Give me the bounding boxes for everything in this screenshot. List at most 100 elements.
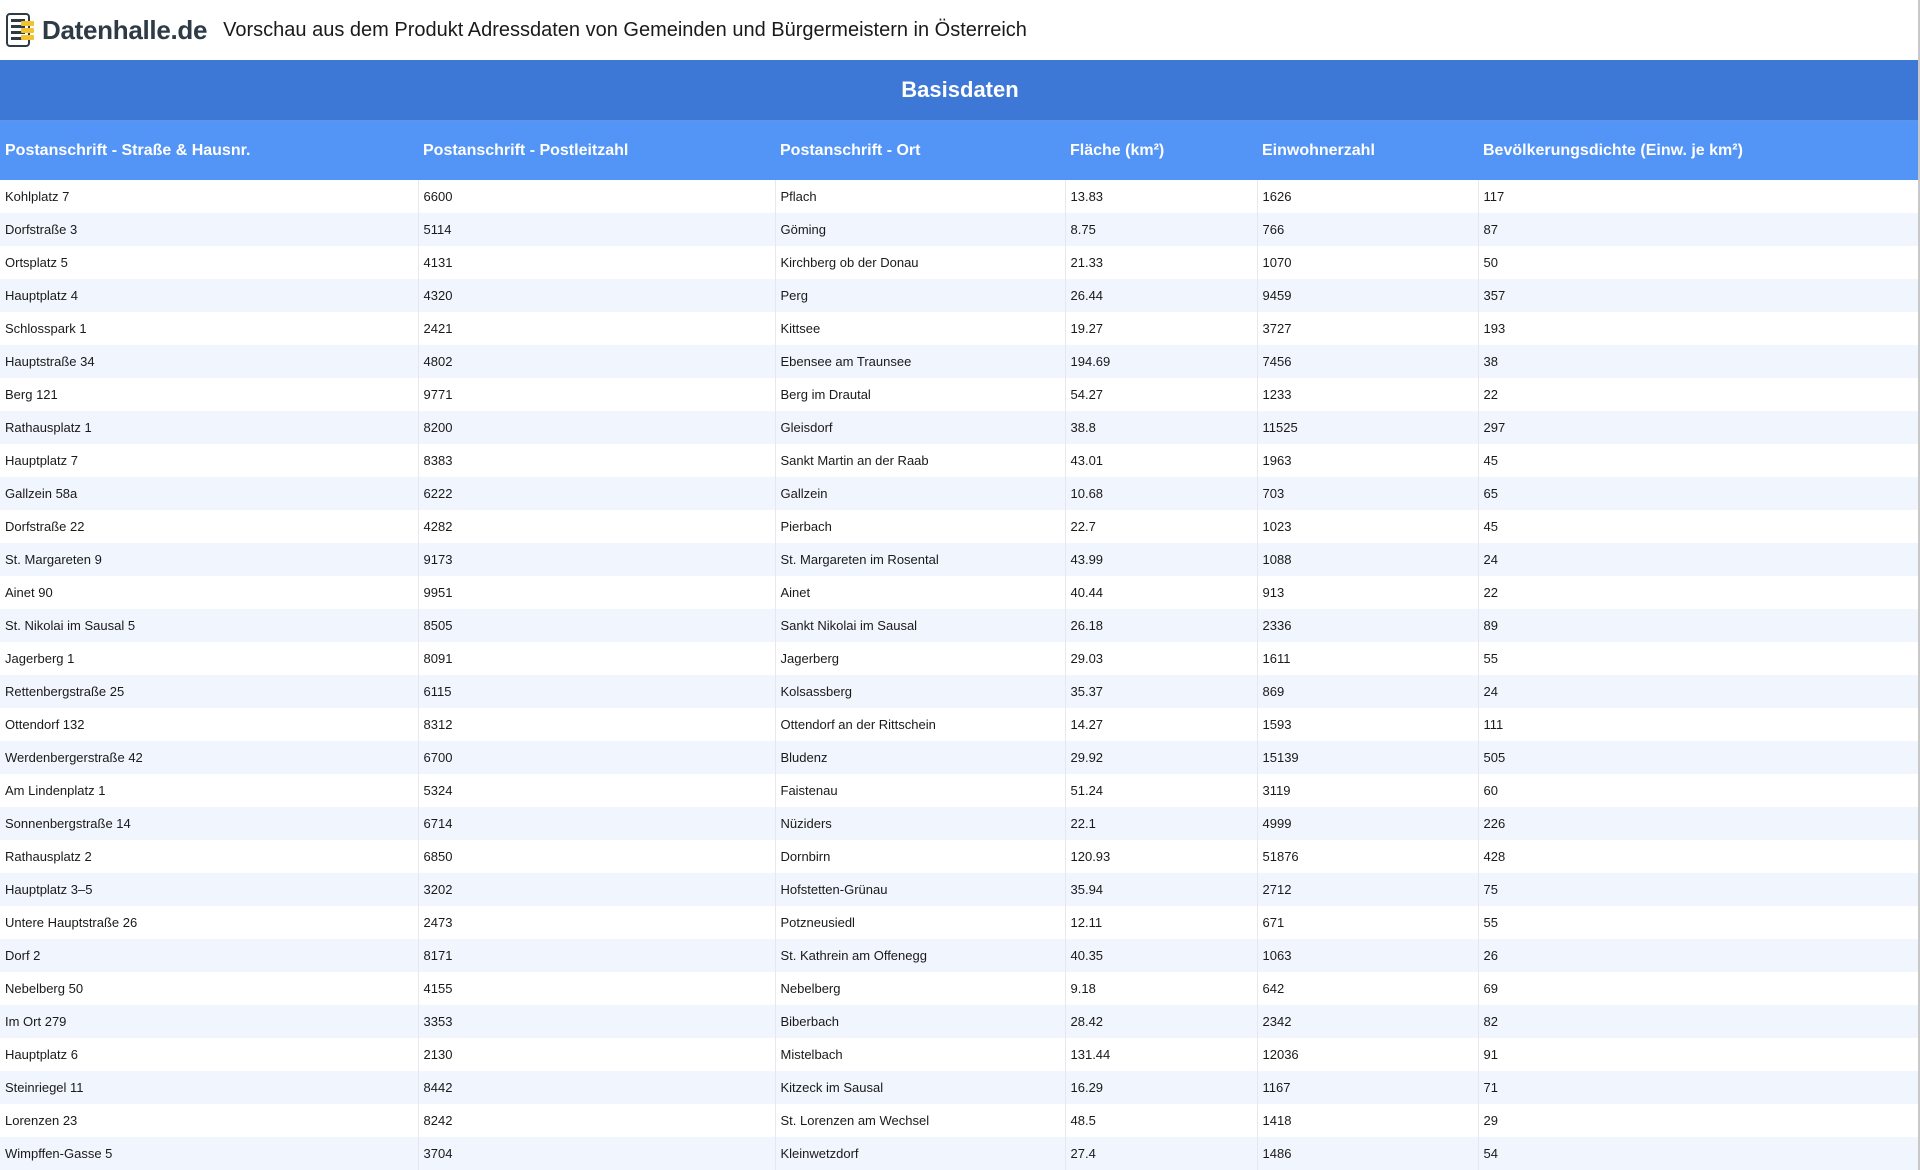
city-cell: Pflach — [775, 180, 1066, 213]
street-cell: Dorfstraße 3 — [0, 213, 419, 246]
postal-code-cell: 4802 — [418, 345, 776, 378]
density-cell: 193 — [1478, 312, 1918, 345]
street-cell: Rathausplatz 1 — [0, 411, 419, 444]
table-row: Rathausplatz 2 6850 Dornbirn 120.93 51876 428 — [0, 840, 1918, 873]
street-cell: Hauptplatz 6 — [0, 1038, 419, 1071]
table-row: Steinriegel 11 8442 Kitzeck im Sausal 16.29… — [0, 1071, 1918, 1104]
postal-code-cell: 4320 — [418, 279, 776, 312]
density-cell: 45 — [1478, 510, 1918, 543]
area-cell: 40.44 — [1065, 576, 1258, 609]
area-cell: 21.33 — [1065, 246, 1258, 279]
postal-code-cell: 6600 — [418, 180, 776, 213]
postal-code-cell: 4282 — [418, 510, 776, 543]
city-cell: Jagerberg — [775, 642, 1066, 675]
density-cell: 357 — [1478, 279, 1918, 312]
street-cell: Lorenzen 23 — [0, 1104, 419, 1137]
area-cell: 35.37 — [1065, 675, 1258, 708]
population-cell: 642 — [1257, 972, 1479, 1005]
street-cell: Untere Hauptstraße 26 — [0, 906, 419, 939]
postal-code-cell: 4155 — [418, 972, 776, 1005]
street-cell: Hauptplatz 4 — [0, 279, 419, 312]
city-cell: Pierbach — [775, 510, 1066, 543]
street-cell: Ottendorf 132 — [0, 708, 419, 741]
population-cell: 11525 — [1257, 411, 1479, 444]
city-cell: Hofstetten-Grünau — [775, 873, 1066, 906]
city-cell: St. Kathrein am Offenegg — [775, 939, 1066, 972]
density-cell: 22 — [1478, 576, 1918, 609]
city-cell: Gleisdorf — [775, 411, 1066, 444]
table-row: Berg 121 9771 Berg im Drautal 54.27 1233 22 — [0, 378, 1918, 411]
postal-code-cell: 2473 — [418, 906, 776, 939]
table-row: Ortsplatz 5 4131 Kirchberg ob der Donau 21.… — [0, 246, 1918, 279]
table-header: Postanschrift - Straße & Hausnr. Postansc… — [0, 121, 1918, 180]
area-cell: 29.92 — [1065, 741, 1258, 774]
population-cell: 671 — [1257, 906, 1479, 939]
city-column-header[interactable]: Postanschrift - Ort — [775, 121, 1065, 180]
street-cell: Nebelberg 50 — [0, 972, 419, 1005]
density-column-header[interactable]: Bevölkerungsdichte (Einw. je km²) — [1478, 121, 1918, 180]
area-cell: 22.7 — [1065, 510, 1258, 543]
postal-code-cell: 8505 — [418, 609, 776, 642]
street-column-header[interactable]: Postanschrift - Straße & Hausnr. — [0, 121, 418, 180]
street-cell: Rettenbergstraße 25 — [0, 675, 419, 708]
density-cell: 55 — [1478, 642, 1918, 675]
table-row: Nebelberg 50 4155 Nebelberg 9.18 642 69 — [0, 972, 1918, 1005]
street-cell: Hauptstraße 34 — [0, 345, 419, 378]
density-cell: 54 — [1478, 1137, 1918, 1170]
population-column-header[interactable]: Einwohnerzahl — [1257, 121, 1478, 180]
area-cell: 40.35 — [1065, 939, 1258, 972]
table-row: Dorfstraße 3 5114 Göming 8.75 766 87 — [0, 213, 1918, 246]
table-row: Rettenbergstraße 25 6115 Kolsassberg 35.37 8… — [0, 675, 1918, 708]
area-cell: 26.44 — [1065, 279, 1258, 312]
city-cell: Sankt Nikolai im Sausal — [775, 609, 1066, 642]
table-row: Hauptplatz 6 2130 Mistelbach 131.44 12036 91 — [0, 1038, 1918, 1071]
area-cell: 9.18 — [1065, 972, 1258, 1005]
postal-code-cell: 5114 — [418, 213, 776, 246]
postal-code-cell: 8312 — [418, 708, 776, 741]
area-cell: 28.42 — [1065, 1005, 1258, 1038]
density-cell: 91 — [1478, 1038, 1918, 1071]
postal-code-cell: 6714 — [418, 807, 776, 840]
area-column-header[interactable]: Fläche (km²) — [1065, 121, 1257, 180]
population-cell: 1418 — [1257, 1104, 1479, 1137]
table-row: Hauptplatz 7 8383 Sankt Martin an der Raab… — [0, 444, 1918, 477]
area-cell: 48.5 — [1065, 1104, 1258, 1137]
postal-code-cell: 6850 — [418, 840, 776, 873]
city-cell: Kolsassberg — [775, 675, 1066, 708]
city-cell: Kleinwetzdorf — [775, 1137, 1066, 1170]
population-cell: 1070 — [1257, 246, 1479, 279]
postal-code-column-header[interactable]: Postanschrift - Postleitzahl — [418, 121, 775, 180]
table-row: Ainet 90 9951 Ainet 40.44 913 22 — [0, 576, 1918, 609]
density-cell: 24 — [1478, 543, 1918, 576]
postal-code-cell: 8383 — [418, 444, 776, 477]
city-cell: Kirchberg ob der Donau — [775, 246, 1066, 279]
street-cell: Schlosspark 1 — [0, 312, 419, 345]
postal-code-cell: 6700 — [418, 741, 776, 774]
density-cell: 71 — [1478, 1071, 1918, 1104]
density-cell: 89 — [1478, 609, 1918, 642]
density-cell: 22 — [1478, 378, 1918, 411]
table-row: Jagerberg 1 8091 Jagerberg 29.03 1611 55 — [0, 642, 1918, 675]
table-row: Sonnenbergstraße 14 6714 Nüziders 22.1 4999 2… — [0, 807, 1918, 840]
density-cell: 297 — [1478, 411, 1918, 444]
population-cell: 1233 — [1257, 378, 1479, 411]
street-cell: Hauptplatz 7 — [0, 444, 419, 477]
city-cell: Berg im Drautal — [775, 378, 1066, 411]
city-cell: Nebelberg — [775, 972, 1066, 1005]
table-row: Lorenzen 23 8242 St. Lorenzen am Wechsel 48… — [0, 1104, 1918, 1137]
postal-code-cell: 8171 — [418, 939, 776, 972]
street-cell: Am Lindenplatz 1 — [0, 774, 419, 807]
table-row: St. Nikolai im Sausal 5 8505 Sankt Nikolai… — [0, 609, 1918, 642]
area-cell: 27.4 — [1065, 1137, 1258, 1170]
postal-code-cell: 9173 — [418, 543, 776, 576]
city-cell: Ainet — [775, 576, 1066, 609]
page-title: Vorschau aus dem Produkt Adressdaten von… — [223, 18, 1027, 41]
street-cell: Gallzein 58a — [0, 477, 419, 510]
postal-code-cell: 4131 — [418, 246, 776, 279]
density-cell: 24 — [1478, 675, 1918, 708]
density-cell: 505 — [1478, 741, 1918, 774]
density-cell: 117 — [1478, 180, 1918, 213]
logo[interactable]: Datenhalle.de — [6, 0, 207, 60]
density-cell: 38 — [1478, 345, 1918, 378]
street-cell: Berg 121 — [0, 378, 419, 411]
